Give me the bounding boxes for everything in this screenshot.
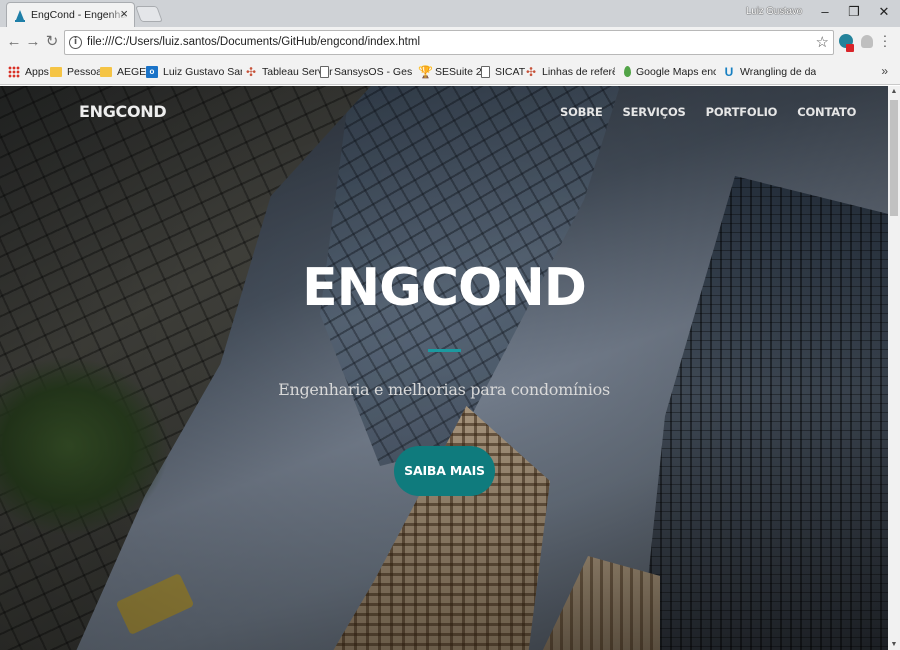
bookmarks-overflow-icon[interactable]: » [881,64,888,78]
back-button[interactable]: ← [5,33,23,51]
scroll-thumb[interactable] [890,100,898,216]
bookmark-label: Luiz Gustavo Santos [163,65,242,78]
bookmark-star-icon[interactable]: ☆ [816,33,829,51]
apps-grid-icon [8,65,20,78]
hero-divider [428,349,461,352]
browser-toolbar: ← → ↻ i file:///C:/Users/luiz.santos/Doc… [0,27,900,58]
page-scrollbar[interactable]: ▲ ▼ [888,86,900,650]
bookmark-apps[interactable]: Apps [8,63,49,80]
bookmark-label: Wrangling de dados [740,65,816,78]
hero-overlay [0,86,888,650]
bookmark-label: Linhas de referência [542,65,615,78]
scroll-up-icon[interactable]: ▲ [888,88,900,95]
hero-subtitle: Engenharia e melhorias para condomínios [278,380,610,399]
bookmark-label: SansysOS - Gestão d [334,65,412,78]
browser-title-bar: EngCond - Engenharia de × Luiz Gustavo –… [0,0,900,27]
extension-badge [846,44,854,52]
bookmarks-bar: Apps Pessoal AEGEA o Luiz Gustavo Santos… [0,58,900,85]
map-pin-icon [624,66,631,77]
page-viewport: ENGCOND SOBRE SERVIÇOS PORTFOLIO CONTATO… [0,86,888,650]
udacity-icon: U [724,64,734,79]
reload-button[interactable]: ↻ [43,33,61,51]
close-window-button[interactable]: ✕ [872,3,896,21]
url-text[interactable]: file:///C:/Users/luiz.santos/Documents/G… [87,36,420,48]
folder-icon [100,67,112,77]
bookmark-linhas-de-referencia[interactable]: ✣ Linhas de referência [525,63,615,80]
bookmark-wrangling-de-dados[interactable]: U Wrangling de dados [723,63,816,80]
site-brand-link[interactable]: ENGCOND [79,102,167,121]
bookmark-sicat[interactable]: SICAT [481,63,525,80]
bookmark-label: SICAT [495,65,526,78]
bookmark-pessoal[interactable]: Pessoal [50,63,104,80]
bookmark-sesuite[interactable]: 🏆 SESuite 2.0 [418,63,490,80]
engcond-favicon-icon [15,8,26,22]
scroll-down-icon[interactable]: ▼ [888,641,900,648]
outlook-icon: o [146,65,158,78]
minimize-button[interactable]: – [813,3,837,21]
tab-close-icon[interactable]: × [120,7,128,21]
saiba-mais-button[interactable]: SAIBA MAIS [394,446,495,496]
nav-link-contato[interactable]: CONTATO [797,105,856,119]
address-bar[interactable]: i file:///C:/Users/luiz.santos/Documents… [64,30,834,55]
tab-title: EngCond - Engenharia de [31,9,127,21]
tableau-icon: ✣ [525,64,537,79]
page-icon [481,65,490,78]
bookmark-label: Apps [25,65,49,78]
tableau-icon: ✣ [245,64,257,79]
extension-icon-2[interactable] [861,35,873,48]
browser-tab-active[interactable]: EngCond - Engenharia de × [6,2,135,27]
folder-icon [50,67,62,77]
bookmark-sansysos[interactable]: SansysOS - Gestão d [320,63,412,80]
bookmark-label: Google Maps encont [636,65,716,78]
profile-name[interactable]: Luiz Gustavo [746,6,802,17]
forward-button[interactable]: → [24,33,42,51]
browser-menu-icon[interactable]: · · · [879,28,891,52]
restore-button[interactable]: ❐ [842,3,866,21]
nav-link-portfolio[interactable]: PORTFOLIO [706,105,778,119]
nav-link-sobre[interactable]: SOBRE [560,105,603,119]
site-info-icon[interactable]: i [69,36,82,49]
new-tab-button[interactable] [135,6,163,22]
bookmark-google-maps[interactable]: Google Maps encont [624,63,716,80]
bookmark-label: Pessoal [67,65,105,78]
site-nav: SOBRE SERVIÇOS PORTFOLIO CONTATO [560,105,856,119]
trophy-icon: 🏆 [418,64,433,79]
page-icon [320,65,329,78]
bookmark-luiz-gustavo-santos[interactable]: o Luiz Gustavo Santos [146,63,242,80]
nav-link-servicos[interactable]: SERVIÇOS [623,105,686,119]
hero-title: ENGCOND [302,258,587,318]
